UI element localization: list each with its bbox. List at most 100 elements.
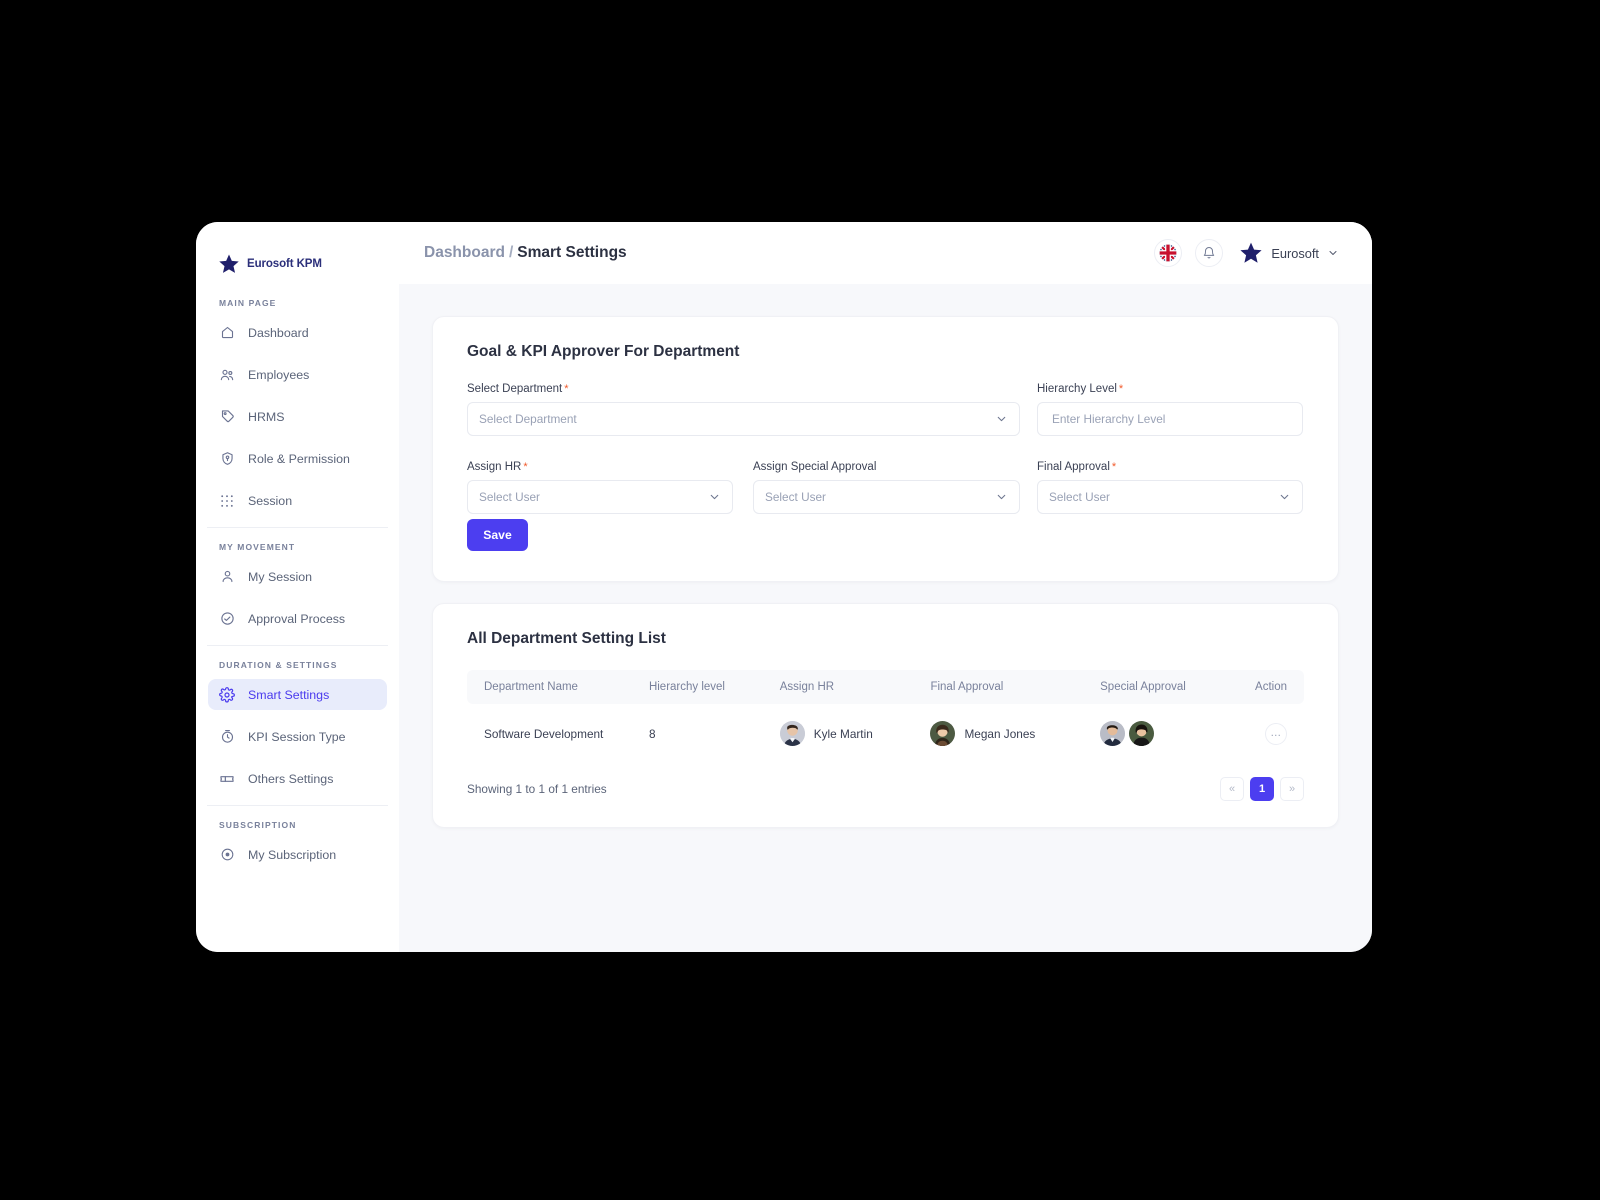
section-label-subscription: SUBSCRIPTION xyxy=(219,820,297,830)
user-menu[interactable]: Eurosoft xyxy=(1239,241,1339,265)
field-label: Final Approval * xyxy=(1037,461,1303,473)
shield-pin-icon xyxy=(219,451,235,467)
breadcrumb-current: Smart Settings xyxy=(517,244,627,261)
sidebar-item-label: Smart Settings xyxy=(248,687,330,702)
label-text: Hierarchy Level xyxy=(1037,383,1117,395)
avatar-star-logo-icon xyxy=(1239,241,1263,265)
hierarchy-level-input[interactable]: Enter Hierarchy Level xyxy=(1037,402,1303,436)
chevron-down-icon xyxy=(1278,491,1291,504)
sidebar-item-session[interactable]: Session xyxy=(208,485,387,516)
uk-flag-icon xyxy=(1158,243,1178,263)
assign-special-approval-dropdown[interactable]: Select User xyxy=(753,480,1020,514)
chevron-down-icon xyxy=(708,491,721,504)
avatar xyxy=(1100,721,1126,746)
approver-form: Select Department* Select Department Hi xyxy=(467,383,1304,514)
department-settings-table: Department Name Hierarchy level Assign H… xyxy=(467,670,1304,763)
breadcrumb-separator: / xyxy=(508,244,514,261)
row-action-menu-button[interactable]: … xyxy=(1265,722,1287,745)
sidebar-item-my-session[interactable]: My Session xyxy=(208,561,387,592)
assign-hr-value: Select User xyxy=(479,490,540,504)
nav-section-my-movement: MY MOVEMENT My Session Approval Process xyxy=(196,528,399,634)
nav-section-duration-settings: DURATION & SETTINGS Smart Settings KPI S… xyxy=(196,646,399,794)
grid-dots-icon xyxy=(219,493,235,509)
required-marker: * xyxy=(1118,383,1124,395)
pagination-next-button[interactable]: » xyxy=(1280,777,1304,801)
select-department-value: Select Department xyxy=(479,412,577,426)
breadcrumb: Dashboard / Smart Settings xyxy=(424,244,627,262)
field-label: Assign Special Approval xyxy=(753,461,1020,473)
gear-icon xyxy=(219,686,235,703)
field-label: Hierarchy Level * xyxy=(1037,383,1303,395)
showing-entries-text: Showing 1 to 1 of 1 entries xyxy=(467,782,607,796)
clock-icon xyxy=(219,729,235,745)
sidebar-item-label: My Subscription xyxy=(248,847,337,862)
users-icon xyxy=(219,367,235,383)
field-hierarchy-level: Hierarchy Level * Enter Hierarchy Level xyxy=(1037,383,1303,436)
person-final-approval: Megan Jones xyxy=(930,721,1083,746)
section-label-main-page: MAIN PAGE xyxy=(219,298,277,308)
table-header-row: Department Name Hierarchy level Assign H… xyxy=(467,670,1304,704)
main-area: Dashboard / Smart Settings Eurosoft Goal… xyxy=(399,222,1372,952)
sidebar-item-smart-settings[interactable]: Smart Settings xyxy=(208,679,387,710)
cell-final-approval: Megan Jones xyxy=(913,704,1083,763)
avatar xyxy=(930,721,956,746)
topbar: Dashboard / Smart Settings Eurosoft xyxy=(399,222,1372,284)
save-button[interactable]: Save xyxy=(467,519,528,551)
sidebar-item-label: My Session xyxy=(248,569,313,584)
sidebar-item-hrms[interactable]: HRMS xyxy=(208,401,387,432)
assign-special-approval-value: Select User xyxy=(765,490,826,504)
assign-hr-dropdown[interactable]: Select User xyxy=(467,480,733,514)
column-hierarchy-level: Hierarchy level xyxy=(648,681,725,693)
circle-dot-icon xyxy=(219,847,235,863)
pagination: « 1 » xyxy=(1220,777,1304,801)
field-assign-hr: Assign HR * Select User xyxy=(467,461,733,514)
app-window: Eurosoft KPM MAIN PAGE Dashboard Employe… xyxy=(196,222,1372,952)
nav-section-subscription: SUBSCRIPTION My Subscription xyxy=(196,806,399,870)
sidebar-item-others-settings[interactable]: Others Settings xyxy=(208,763,387,794)
section-label-my-movement: MY MOVEMENT xyxy=(219,542,296,552)
ticket-icon xyxy=(219,771,235,787)
user-name: Eurosoft xyxy=(1271,245,1319,261)
cell-special-approval xyxy=(1083,704,1238,763)
avatar xyxy=(1129,721,1155,746)
brand-logo[interactable]: Eurosoft KPM xyxy=(196,222,399,284)
person-name: Megan Jones xyxy=(964,726,1036,741)
tag-icon xyxy=(219,409,235,425)
sidebar-item-label: Approval Process xyxy=(248,611,346,626)
pagination-page-1[interactable]: 1 xyxy=(1250,777,1274,801)
chevron-down-icon xyxy=(1327,247,1339,259)
breadcrumb-parent[interactable]: Dashboard xyxy=(424,244,505,261)
label-text: Assign Special Approval xyxy=(753,461,877,473)
field-select-department: Select Department * Select Department xyxy=(467,383,1020,436)
sidebar-item-approval-process[interactable]: Approval Process xyxy=(208,603,387,634)
required-marker: * xyxy=(1111,461,1117,473)
sidebar-item-role-permission[interactable]: Role & Permission xyxy=(208,443,387,474)
sidebar-item-label: Dashboard xyxy=(248,325,309,340)
cell-hierarchy-level: 8 xyxy=(648,726,656,741)
notification-button[interactable] xyxy=(1195,239,1224,267)
table-body: Software Development 8 Kyle Martin Megan… xyxy=(467,704,1304,763)
field-label: Select Department * xyxy=(467,383,1020,395)
sidebar-item-label: KPI Session Type xyxy=(248,729,346,744)
label-text: Select Department xyxy=(467,383,563,395)
table-footer: Showing 1 to 1 of 1 entries « 1 » xyxy=(467,777,1304,801)
goal-kpi-approver-card: Goal & KPI Approver For Department Selec… xyxy=(432,316,1339,582)
final-approval-dropdown[interactable]: Select User xyxy=(1037,480,1303,514)
sidebar-item-employees[interactable]: Employees xyxy=(208,359,387,390)
cell-action: … xyxy=(1238,704,1304,763)
sidebar-item-label: Others Settings xyxy=(248,771,334,786)
chevron-down-icon xyxy=(995,491,1008,504)
sidebar-item-label: Employees xyxy=(248,367,310,382)
sidebar-item-kpi-session-type[interactable]: KPI Session Type xyxy=(208,721,387,752)
language-selector-button[interactable] xyxy=(1154,239,1183,267)
required-marker: * xyxy=(523,461,528,473)
sidebar-item-my-subscription[interactable]: My Subscription xyxy=(208,839,387,870)
pagination-prev-button[interactable]: « xyxy=(1220,777,1244,801)
hierarchy-level-placeholder: Enter Hierarchy Level xyxy=(1052,412,1166,426)
column-final-approval: Final Approval xyxy=(930,681,1004,693)
select-department-dropdown[interactable]: Select Department xyxy=(467,402,1020,436)
required-marker: * xyxy=(564,383,569,395)
sidebar-item-dashboard[interactable]: Dashboard xyxy=(208,317,387,348)
content-area: Goal & KPI Approver For Department Selec… xyxy=(399,284,1372,952)
column-action: Action xyxy=(1255,681,1287,693)
